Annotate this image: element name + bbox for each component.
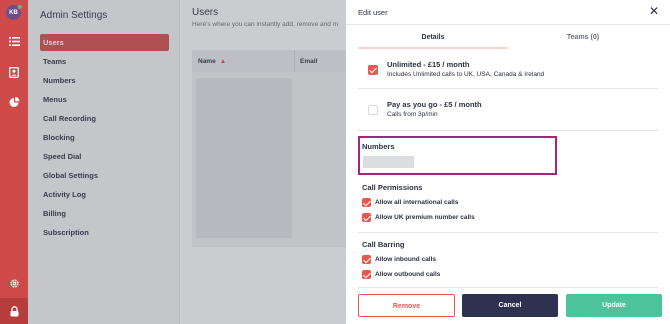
- numbers-value[interactable]: [363, 156, 414, 168]
- premium-label: Allow UK premium number calls: [375, 214, 475, 221]
- plan-option-payg[interactable]: Pay as you go - £5 / month Calls from 3p…: [358, 89, 658, 131]
- status-dot: [17, 4, 23, 10]
- call-barring-title: Call Barring: [362, 240, 405, 249]
- international-label: Allow all international calls: [375, 199, 459, 206]
- update-button[interactable]: Update: [566, 294, 662, 317]
- reports-icon[interactable]: [7, 95, 21, 109]
- inbound-label: Allow inbound calls: [375, 256, 437, 263]
- inbound-checkbox[interactable]: [362, 255, 371, 264]
- modal-overlay[interactable]: [28, 0, 346, 324]
- call-permissions-title: Call Permissions: [362, 183, 423, 192]
- tab-teams[interactable]: Teams (0): [508, 29, 658, 49]
- avatar-initials: KB: [9, 9, 18, 16]
- panel-tabs: Details Teams (0): [358, 29, 658, 49]
- contacts-icon[interactable]: [7, 65, 21, 79]
- panel-header: Edit user ✕: [346, 0, 670, 25]
- lock-icon: [7, 304, 21, 318]
- footer-divider: [358, 287, 658, 288]
- numbers-label: Numbers: [362, 142, 395, 151]
- plan-payg-name: Pay as you go - £5 / month: [387, 100, 482, 109]
- cancel-button[interactable]: Cancel: [462, 294, 558, 317]
- remove-button[interactable]: Remove: [358, 294, 455, 317]
- plan-payg-checkbox[interactable]: [368, 105, 378, 115]
- international-checkbox[interactable]: [362, 198, 371, 207]
- settings-icon[interactable]: [7, 276, 21, 290]
- plan-option-unlimited[interactable]: Unlimited - £15 / month Includes Unlimit…: [358, 52, 658, 89]
- plan-unlimited-checkbox[interactable]: [368, 65, 378, 75]
- outbound-label: Allow outbound calls: [375, 271, 441, 278]
- close-icon[interactable]: ✕: [649, 5, 659, 17]
- avatar[interactable]: KB: [6, 4, 23, 20]
- lock-area[interactable]: [0, 298, 28, 324]
- section-divider: [358, 232, 658, 233]
- plan-unlimited-name: Unlimited - £15 / month: [387, 60, 470, 69]
- tab-details[interactable]: Details: [358, 29, 508, 49]
- icon-rail: KB: [0, 0, 28, 324]
- panel-title: Edit user: [358, 8, 388, 17]
- premium-checkbox[interactable]: [362, 213, 371, 222]
- outbound-checkbox[interactable]: [362, 270, 371, 279]
- plan-unlimited-desc: Includes Unlimited calls to UK, USA, Can…: [387, 71, 545, 78]
- plan-payg-desc: Calls from 3p/min: [387, 111, 438, 118]
- list-icon[interactable]: [7, 34, 21, 48]
